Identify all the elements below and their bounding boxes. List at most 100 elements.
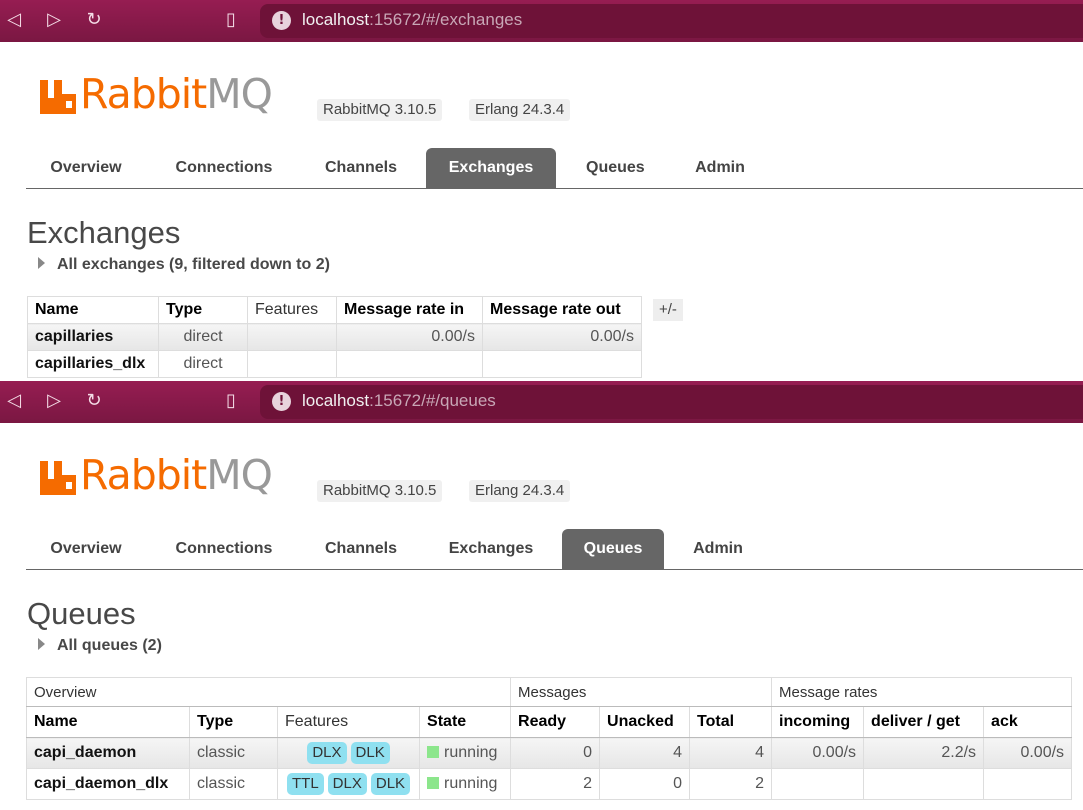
column-header-unacked[interactable]: Unacked bbox=[599, 706, 691, 738]
bookmark-icon[interactable]: ▯ bbox=[220, 9, 242, 31]
browser-toolbar: ◁ ▷ ↻ ▯ ! localhost:15672/#/queues bbox=[0, 381, 1083, 423]
all-queues-toggle[interactable]: All queues (2) bbox=[38, 637, 162, 655]
back-icon[interactable]: ◁ bbox=[3, 9, 25, 31]
erlang-version: Erlang 24.3.4 bbox=[469, 480, 571, 502]
queue-total: 2 bbox=[689, 768, 773, 800]
group-header-message-rates: Message rates bbox=[771, 677, 1073, 707]
site-info-icon[interactable]: ! bbox=[272, 11, 291, 30]
feature-badge-dlx: DLX bbox=[327, 773, 367, 795]
group-header-messages: Messages bbox=[510, 677, 773, 707]
column-header-features: Features bbox=[276, 706, 421, 738]
queue-type: classic bbox=[189, 768, 278, 800]
tab-queues[interactable]: Queues bbox=[566, 148, 664, 188]
exchange-rate-out bbox=[482, 350, 642, 378]
exchange-rate-in bbox=[336, 350, 483, 378]
running-status-icon bbox=[427, 746, 440, 758]
queue-state: running bbox=[419, 768, 512, 800]
running-status-icon bbox=[427, 777, 440, 789]
table-row: capi_daemon classic DLX DLK running 0 4 4… bbox=[26, 737, 1073, 769]
queue-ready: 2 bbox=[510, 768, 601, 800]
column-header-type[interactable]: Type bbox=[189, 706, 278, 738]
group-header-overview: Overview bbox=[25, 677, 512, 707]
column-header-rate-out[interactable]: Message rate out bbox=[482, 296, 642, 324]
rabbitmq-logo-icon bbox=[40, 461, 76, 495]
table-row: capillaries direct 0.00/s 0.00/s bbox=[27, 323, 642, 351]
table-row: capillaries_dlx direct bbox=[27, 350, 642, 378]
queue-total: 4 bbox=[689, 737, 773, 769]
exchange-name-link[interactable]: capillaries_dlx bbox=[27, 350, 159, 378]
feature-badge-dlx: DLX bbox=[307, 742, 347, 764]
tab-admin[interactable]: Admin bbox=[672, 529, 764, 569]
bookmark-icon[interactable]: ▯ bbox=[220, 390, 242, 412]
tab-exchanges[interactable]: Exchanges bbox=[426, 529, 556, 569]
exchange-features bbox=[247, 323, 337, 351]
column-header-deliver-get[interactable]: deliver / get bbox=[863, 706, 985, 738]
table-header-row: Name Type Features State Ready Unacked T… bbox=[26, 706, 1073, 738]
column-header-incoming[interactable]: incoming bbox=[771, 706, 865, 738]
forward-icon[interactable]: ▷ bbox=[43, 9, 65, 31]
exchange-type: direct bbox=[158, 323, 248, 351]
exchange-rate-in: 0.00/s bbox=[336, 323, 483, 351]
table-group-row: Overview Messages Message rates bbox=[25, 677, 1073, 707]
tab-channels[interactable]: Channels bbox=[304, 148, 418, 188]
queue-unacked: 4 bbox=[599, 737, 691, 769]
page-title: Queues bbox=[27, 596, 136, 631]
url-text[interactable]: localhost:15672/#/exchanges bbox=[302, 10, 522, 30]
rabbitmq-version: RabbitMQ 3.10.5 bbox=[317, 480, 443, 502]
queue-name-link[interactable]: capi_daemon_dlx bbox=[26, 768, 190, 800]
feature-badge-ttl: TTL bbox=[287, 773, 324, 795]
url-text[interactable]: localhost:15672/#/queues bbox=[302, 391, 496, 411]
queue-features: DLX DLK bbox=[276, 737, 421, 769]
tab-queues[interactable]: Queues bbox=[562, 529, 664, 569]
tab-channels[interactable]: Channels bbox=[304, 529, 418, 569]
browser-toolbar: ◁ ▷ ↻ ▯ ! localhost:15672/#/exchanges bbox=[0, 0, 1083, 42]
queue-rate-incoming bbox=[771, 768, 865, 800]
column-header-type[interactable]: Type bbox=[158, 296, 248, 324]
tab-connections[interactable]: Connections bbox=[154, 148, 294, 188]
reload-icon[interactable]: ↻ bbox=[83, 390, 105, 412]
feature-badge-dlk: DLK bbox=[350, 742, 390, 764]
all-exchanges-toggle[interactable]: All exchanges (9, filtered down to 2) bbox=[38, 256, 330, 274]
column-header-name[interactable]: Name bbox=[27, 296, 159, 324]
main-tabs: Overview Connections Channels Exchanges … bbox=[26, 148, 1083, 189]
feature-badge-dlk: DLK bbox=[370, 773, 411, 795]
exchanges-table: Name Type Features Message rate in Messa… bbox=[27, 296, 642, 378]
queues-screenshot: ◁ ▷ ↻ ▯ ! localhost:15672/#/queues Rabbi… bbox=[0, 381, 1083, 810]
column-header-features: Features bbox=[247, 296, 337, 324]
rabbitmq-logo-icon bbox=[40, 80, 76, 114]
table-row: capi_daemon_dlx classic TTL DLX DLK runnin… bbox=[26, 768, 1073, 800]
queue-unacked: 0 bbox=[599, 768, 691, 800]
exchange-name-link[interactable]: capillaries bbox=[27, 323, 159, 351]
tab-overview[interactable]: Overview bbox=[26, 148, 146, 188]
column-header-ack[interactable]: ack bbox=[983, 706, 1073, 738]
exchange-rate-out: 0.00/s bbox=[482, 323, 642, 351]
queue-rate-deliver-get: 2.2/s bbox=[863, 737, 985, 769]
tab-admin[interactable]: Admin bbox=[674, 148, 766, 188]
column-header-name[interactable]: Name bbox=[26, 706, 190, 738]
queue-name-link[interactable]: capi_daemon bbox=[26, 737, 190, 769]
tab-overview[interactable]: Overview bbox=[26, 529, 146, 569]
column-header-state[interactable]: State bbox=[419, 706, 512, 738]
tab-exchanges[interactable]: Exchanges bbox=[426, 148, 556, 188]
column-toggle-button[interactable]: +/- bbox=[653, 299, 683, 321]
expand-triangle-icon bbox=[38, 638, 45, 650]
logo-wordmark: RabbitMQ bbox=[80, 451, 273, 499]
queue-rate-deliver-get bbox=[863, 768, 985, 800]
erlang-version: Erlang 24.3.4 bbox=[469, 99, 571, 121]
exchanges-screenshot: ◁ ▷ ↻ ▯ ! localhost:15672/#/exchanges Ra… bbox=[0, 0, 1083, 381]
back-icon[interactable]: ◁ bbox=[3, 390, 25, 412]
tab-connections[interactable]: Connections bbox=[154, 529, 294, 569]
queue-state: running bbox=[419, 737, 512, 769]
column-header-ready[interactable]: Ready bbox=[510, 706, 601, 738]
logo-wordmark: RabbitMQ bbox=[80, 70, 273, 118]
column-header-rate-in[interactable]: Message rate in bbox=[336, 296, 483, 324]
reload-icon[interactable]: ↻ bbox=[83, 9, 105, 31]
column-header-total[interactable]: Total bbox=[689, 706, 773, 738]
queue-rate-ack bbox=[983, 768, 1073, 800]
rabbitmq-version: RabbitMQ 3.10.5 bbox=[317, 99, 443, 121]
forward-icon[interactable]: ▷ bbox=[43, 390, 65, 412]
page-title: Exchanges bbox=[27, 215, 181, 250]
site-info-icon[interactable]: ! bbox=[272, 392, 291, 411]
queue-features: TTL DLX DLK bbox=[276, 768, 421, 800]
queue-rate-incoming: 0.00/s bbox=[771, 737, 865, 769]
